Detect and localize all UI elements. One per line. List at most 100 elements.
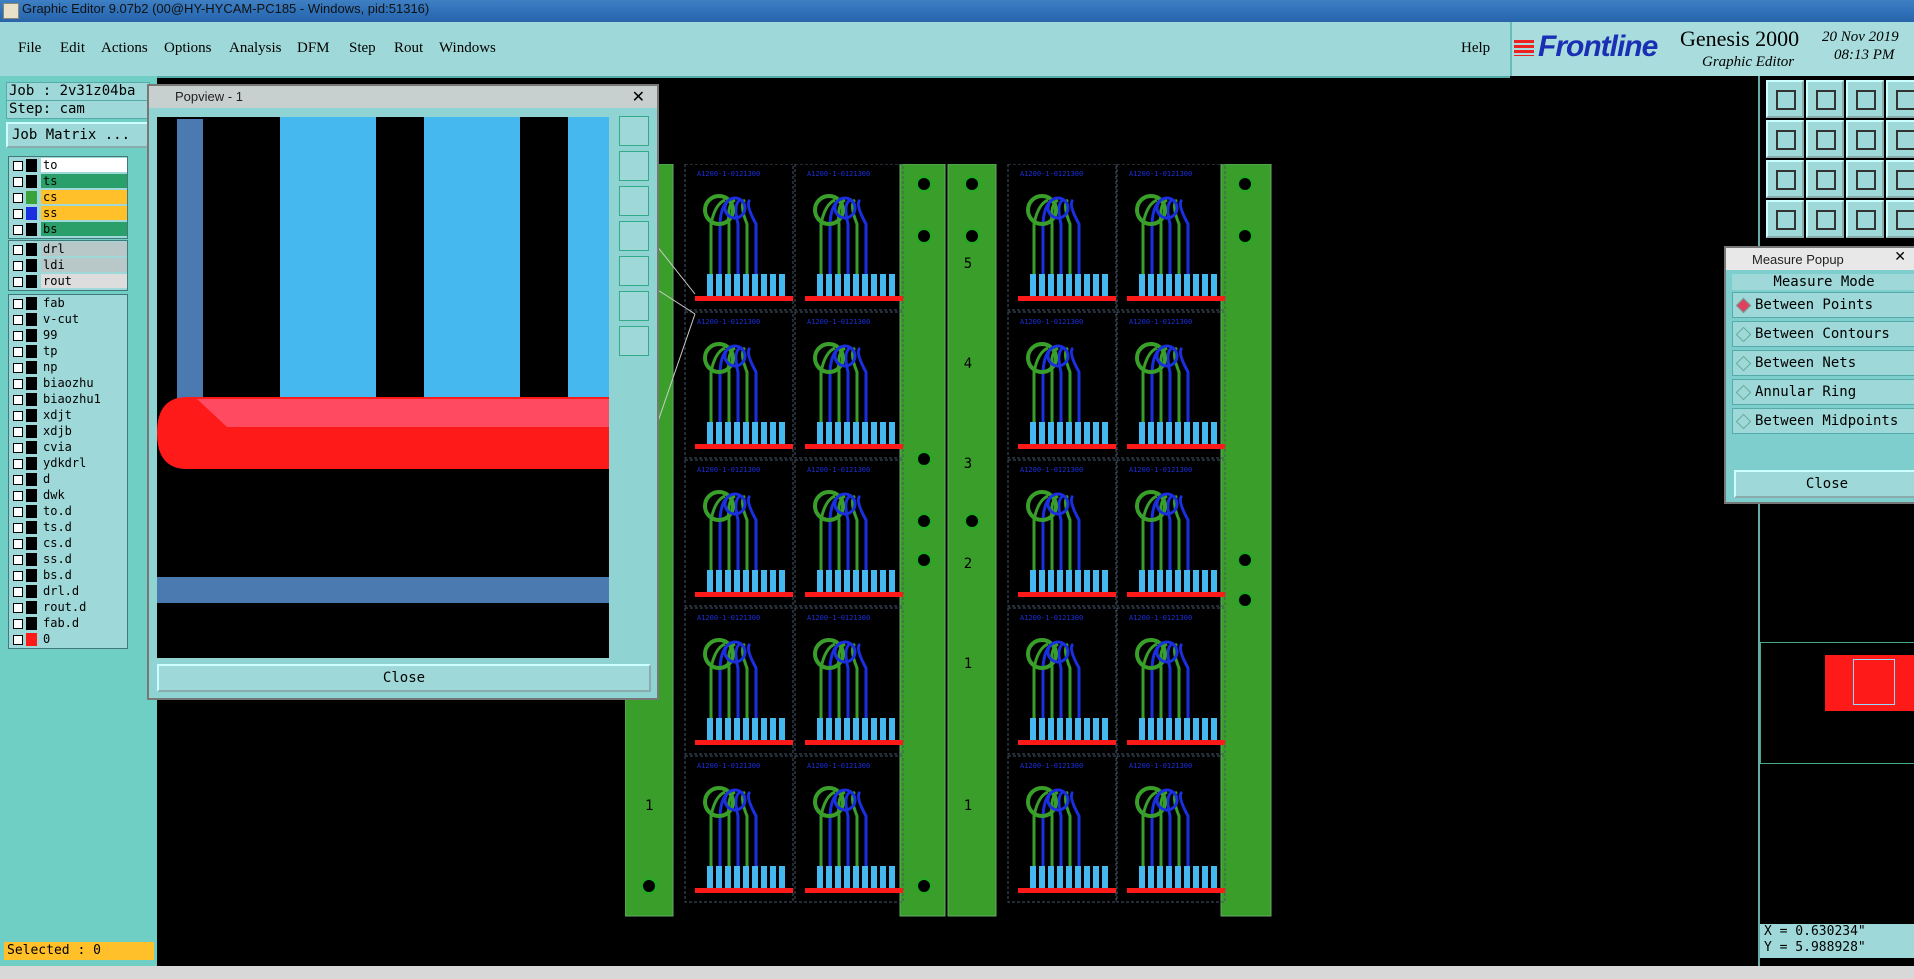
measure-between-nets[interactable]: Between Nets <box>1732 350 1914 376</box>
net-tool-button[interactable] <box>1806 200 1844 238</box>
layer-name[interactable]: drl.d <box>41 584 127 598</box>
layer-checkbox[interactable] <box>13 261 23 271</box>
layer-checkbox[interactable] <box>13 363 23 373</box>
rotate-button[interactable] <box>1846 120 1884 158</box>
close-icon[interactable]: ✕ <box>632 87 645 106</box>
layer-name[interactable]: ts.d <box>41 520 127 534</box>
layer-name[interactable]: rout.d <box>41 600 127 614</box>
layer-name[interactable]: tp <box>41 344 127 358</box>
layer-name[interactable]: to <box>41 158 127 172</box>
layer-row-ldi[interactable]: ldi <box>9 258 127 273</box>
pan-right-button[interactable] <box>1806 120 1844 158</box>
layer-name[interactable]: biaozhu1 <box>41 392 127 406</box>
layer-row-cs.d[interactable]: cs.d <box>9 536 127 551</box>
layer-row-tp[interactable]: tp <box>9 344 127 359</box>
layer-name[interactable]: d <box>41 472 127 486</box>
menu-analysis[interactable]: Analysis <box>229 40 282 57</box>
layer-name[interactable]: dwk <box>41 488 127 502</box>
measure-between-contours[interactable]: Between Contours <box>1732 321 1914 347</box>
layer-checkbox[interactable] <box>13 507 23 517</box>
layer-row-ts.d[interactable]: ts.d <box>9 520 127 535</box>
layer-row-to[interactable]: to <box>9 158 127 173</box>
layer-checkbox[interactable] <box>13 443 23 453</box>
popview-tool-1[interactable] <box>619 116 649 146</box>
menu-edit[interactable]: Edit <box>60 40 85 57</box>
house-tool-button[interactable] <box>1846 80 1884 118</box>
layer-name[interactable]: 0 <box>41 632 127 646</box>
layer-row-ss.d[interactable]: ss.d <box>9 552 127 567</box>
layer-row-np[interactable]: np <box>9 360 127 375</box>
zoom-center-button[interactable] <box>1806 160 1844 198</box>
layer-name[interactable]: fab <box>41 296 127 310</box>
menu-file[interactable]: File <box>18 40 41 57</box>
help-button[interactable] <box>1886 160 1914 198</box>
popview-tool-3[interactable] <box>619 186 649 216</box>
layer-checkbox[interactable] <box>13 209 23 219</box>
layer-row-bs.d[interactable]: bs.d <box>9 568 127 583</box>
zoom-fit-button[interactable] <box>1766 160 1804 198</box>
layer-checkbox[interactable] <box>13 587 23 597</box>
layer-checkbox[interactable] <box>13 555 23 565</box>
popview-canvas[interactable] <box>157 117 609 658</box>
layer-row-0[interactable]: 0 <box>9 632 127 647</box>
layer-name[interactable]: ydkdrl <box>41 456 127 470</box>
layer-checkbox[interactable] <box>13 427 23 437</box>
layer-name[interactable]: 99 <box>41 328 127 342</box>
layer-name[interactable]: xdjb <box>41 424 127 438</box>
layer-checkbox[interactable] <box>13 539 23 549</box>
layer-checkbox[interactable] <box>13 277 23 287</box>
layer-checkbox[interactable] <box>13 395 23 405</box>
layer-name[interactable]: ldi <box>41 258 127 272</box>
layer-name[interactable]: v-cut <box>41 312 127 326</box>
measure-annular-ring[interactable]: Annular Ring <box>1732 379 1914 405</box>
save-tool-button[interactable] <box>1806 80 1844 118</box>
layer-name[interactable]: rout <box>41 274 127 288</box>
layer-name[interactable]: fab.d <box>41 616 127 630</box>
layer-name[interactable]: np <box>41 360 127 374</box>
menu-windows[interactable]: Windows <box>439 40 496 57</box>
popview-tool-7[interactable] <box>619 326 649 356</box>
layer-row-ts[interactable]: ts <box>9 174 127 189</box>
layer-checkbox[interactable] <box>13 603 23 613</box>
close-icon[interactable]: ✕ <box>1894 249 1906 265</box>
layer-row-biaozhu1[interactable]: biaozhu1 <box>9 392 127 407</box>
ratio-button[interactable] <box>1846 160 1884 198</box>
menu-options[interactable]: Options <box>164 40 212 57</box>
layer-row-drl.d[interactable]: drl.d <box>9 584 127 599</box>
layer-checkbox[interactable] <box>13 523 23 533</box>
layer-checkbox[interactable] <box>13 379 23 389</box>
layer-checkbox[interactable] <box>13 299 23 309</box>
layer-checkbox[interactable] <box>13 411 23 421</box>
layer-checkbox[interactable] <box>13 245 23 255</box>
measure-between-points[interactable]: Between Points <box>1732 292 1914 318</box>
layer-row-cvia[interactable]: cvia <box>9 440 127 455</box>
layer-row-fab[interactable]: fab <box>9 296 127 311</box>
layer-row-to.d[interactable]: to.d <box>9 504 127 519</box>
layer-row-dwk[interactable]: dwk <box>9 488 127 503</box>
menu-step[interactable]: Step <box>349 40 376 57</box>
menu-rout[interactable]: Rout <box>394 40 423 57</box>
layer-name[interactable]: bs <box>41 222 127 236</box>
pan-left-button[interactable] <box>1766 120 1804 158</box>
layer-row-d[interactable]: d <box>9 472 127 487</box>
popview-tool-6[interactable] <box>619 291 649 321</box>
layer-checkbox[interactable] <box>13 161 23 171</box>
layer-row-xdjb[interactable]: xdjb <box>9 424 127 439</box>
menu-dfm[interactable]: DFM <box>297 40 330 57</box>
layer-checkbox[interactable] <box>13 225 23 235</box>
layer-checkbox[interactable] <box>13 331 23 341</box>
snap-tool-button[interactable] <box>1846 200 1884 238</box>
layer-row-fab.d[interactable]: fab.d <box>9 616 127 631</box>
layer-row-ydkdrl[interactable]: ydkdrl <box>9 456 127 471</box>
layer-row-v-cut[interactable]: v-cut <box>9 312 127 327</box>
layer-row-cs[interactable]: cs <box>9 190 127 205</box>
layer-row-drl[interactable]: drl <box>9 242 127 257</box>
layer-name[interactable]: cs <box>41 190 127 204</box>
measure-between-midpoints[interactable]: Between Midpoints <box>1732 408 1914 434</box>
layer-row-rout.d[interactable]: rout.d <box>9 600 127 615</box>
menu-help[interactable]: Help <box>1461 40 1490 57</box>
layer-checkbox[interactable] <box>13 571 23 581</box>
layer-row-xdjt[interactable]: xdjt <box>9 408 127 423</box>
overview-map[interactable] <box>1760 642 1914 764</box>
layer-checkbox[interactable] <box>13 619 23 629</box>
